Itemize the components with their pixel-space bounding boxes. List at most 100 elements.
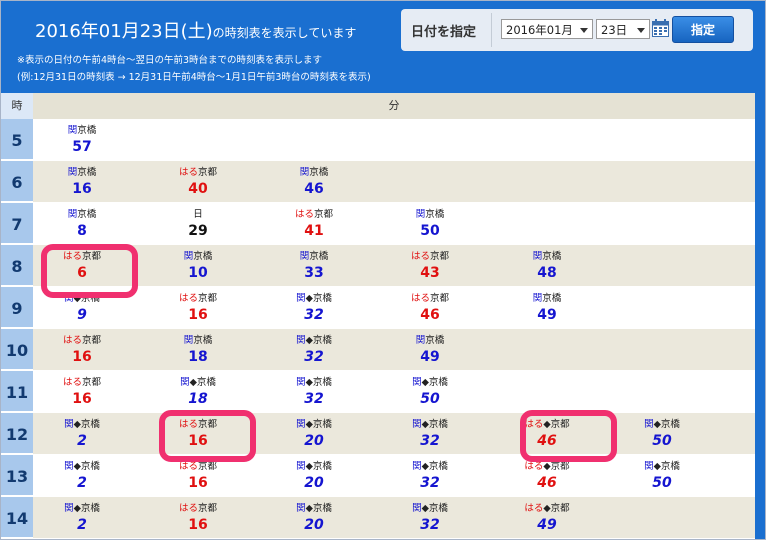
train-type-label: 関◆京橋	[644, 461, 680, 472]
train-type-label: 関京橋	[299, 167, 329, 178]
train-type-label: 関京橋	[183, 335, 213, 346]
train-type-label: はる京都	[62, 335, 102, 346]
departure-minute: 46	[537, 475, 557, 491]
departure-entry[interactable]: 関◆京橋 32	[259, 329, 369, 370]
apply-date-button[interactable]: 指定	[672, 16, 734, 43]
page-title: 2016年01月23日(土)の時刻表を表示しています	[35, 17, 356, 43]
departure-entry[interactable]: 関◆京橋 50	[607, 455, 717, 496]
minutes-cell: 関◆京橋 2 はる京都 16 関◆京橋 20 関◆京橋 32 はる◆京都 46 関◆京橋 50	[33, 413, 755, 454]
right-edge-bar	[755, 93, 765, 539]
header-note-1: ※表示の日付の午前4時台～翌日の午前3時台までの時刻表を表示します	[17, 55, 323, 66]
table-row: 7 関京橋 8 日 29 はる京都 41 関京橋 50	[1, 203, 755, 244]
calendar-icon[interactable]	[652, 19, 669, 37]
month-select[interactable]: 2016年01月	[501, 19, 593, 39]
highlight-box	[41, 244, 138, 298]
train-type-label: 関◆京橋	[180, 377, 216, 388]
departure-entry[interactable]: 関京橋 57	[27, 119, 137, 160]
departure-entry[interactable]: はる◆京都 49	[492, 497, 602, 538]
departure-entry[interactable]: はる京都 40	[143, 161, 253, 202]
header-note-2: (例:12月31日の時刻表 → 12月31日午前4時台～1月1日午前3時台の時刻…	[17, 72, 371, 83]
departure-entry[interactable]: 関◆京橋 2	[27, 455, 137, 496]
train-type-label: 関◆京橋	[296, 293, 332, 304]
departure-entry[interactable]: はる京都 16	[27, 371, 137, 412]
train-type-label: はる京都	[62, 377, 102, 388]
departure-minute: 32	[304, 391, 324, 407]
train-type-label: 関京橋	[415, 335, 445, 346]
table-row: 13 関◆京橋 2 はる京都 16 関◆京橋 20 関◆京橋 32 はる◆京都 46 関◆京橋 50	[1, 455, 755, 496]
train-type-label: 関京橋	[532, 251, 562, 262]
departure-entry[interactable]: はる京都 43	[375, 245, 485, 286]
departure-minute: 48	[537, 265, 557, 281]
departure-entry[interactable]: 関京橋 50	[375, 203, 485, 244]
departure-minute: 57	[72, 139, 92, 155]
departure-minute: 20	[304, 433, 324, 449]
departure-minute: 16	[72, 391, 92, 407]
departure-entry[interactable]: 関京橋 16	[27, 161, 137, 202]
departure-entry[interactable]: はる京都 41	[259, 203, 369, 244]
departure-entry[interactable]: はる京都 16	[143, 497, 253, 538]
departure-minute: 9	[77, 307, 87, 323]
departure-entry[interactable]: 関◆京橋 20	[259, 497, 369, 538]
chevron-down-icon	[580, 28, 588, 33]
departure-entry[interactable]: 関京橋 46	[259, 161, 369, 202]
departure-entry[interactable]: 関京橋 33	[259, 245, 369, 286]
departure-entry[interactable]: 関◆京橋 32	[375, 497, 485, 538]
departure-minute: 32	[304, 307, 324, 323]
departure-entry[interactable]: 関◆京橋 2	[27, 413, 137, 454]
departure-minute: 20	[304, 475, 324, 491]
train-type-label: 関京橋	[67, 167, 97, 178]
page-title-date: 2016年01月23日(土)	[35, 21, 213, 42]
date-picker-label: 日付を指定	[411, 25, 477, 40]
day-select[interactable]: 23日	[596, 19, 650, 39]
departure-minute: 32	[420, 475, 440, 491]
departure-minute: 32	[420, 433, 440, 449]
departure-entry[interactable]: はる京都 46	[375, 287, 485, 328]
departure-minute: 50	[420, 391, 440, 407]
highlight-box	[520, 410, 617, 462]
highlight-box	[159, 410, 256, 462]
train-type-label: 関京橋	[67, 209, 97, 220]
departure-entry[interactable]: 関◆京橋 20	[259, 455, 369, 496]
departure-minute: 16	[188, 475, 208, 491]
minutes-cell: 関京橋 8 日 29 はる京都 41 関京橋 50	[33, 203, 755, 244]
departure-entry[interactable]: 関京橋 18	[143, 329, 253, 370]
departure-entry[interactable]: 関京橋 10	[143, 245, 253, 286]
departure-minute: 50	[652, 475, 672, 491]
train-type-label: はる京都	[178, 293, 218, 304]
departure-entry[interactable]: 関◆京橋 18	[143, 371, 253, 412]
departure-entry[interactable]: 日 29	[143, 203, 253, 244]
table-header: 時 分	[1, 93, 765, 119]
minutes-cell: 関◆京橋 9 はる京都 16 関◆京橋 32 はる京都 46 関京橋 49	[33, 287, 755, 328]
departure-entry[interactable]: 関◆京橋 32	[375, 413, 485, 454]
chevron-down-icon	[637, 28, 645, 33]
departure-entry[interactable]: 関◆京橋 2	[27, 497, 137, 538]
train-type-label: はる京都	[178, 167, 218, 178]
departure-entry[interactable]: 関◆京橋 50	[375, 371, 485, 412]
departure-minute: 49	[537, 517, 557, 533]
train-type-label: 関◆京橋	[296, 377, 332, 388]
departure-minute: 16	[72, 181, 92, 197]
departure-minute: 16	[188, 517, 208, 533]
departure-entry[interactable]: 関京橋 48	[492, 245, 602, 286]
train-type-label: 関◆京橋	[412, 461, 448, 472]
departure-entry[interactable]: 関京橋 8	[27, 203, 137, 244]
departure-entry[interactable]: 関◆京橋 32	[375, 455, 485, 496]
departure-entry[interactable]: はる京都 16	[27, 329, 137, 370]
departure-entry[interactable]: 関◆京橋 50	[607, 413, 717, 454]
departure-entry[interactable]: はる京都 16	[143, 287, 253, 328]
train-type-label: 関◆京橋	[296, 419, 332, 430]
departure-entry[interactable]: 関◆京橋 20	[259, 413, 369, 454]
table-row: 11 はる京都 16 関◆京橋 18 関◆京橋 32 関◆京橋 50	[1, 371, 755, 412]
minute-column-header: 分	[33, 93, 755, 119]
train-type-label: 関京橋	[299, 251, 329, 262]
minutes-cell: 関◆京橋 2 はる京都 16 関◆京橋 20 関◆京橋 32 はる◆京都 46 関◆京橋 50	[33, 455, 755, 496]
train-type-label: 関京橋	[183, 251, 213, 262]
train-type-label: 関◆京橋	[64, 419, 100, 430]
departure-entry[interactable]: 関◆京橋 32	[259, 371, 369, 412]
departure-entry[interactable]: 関京橋 49	[492, 287, 602, 328]
departure-entry[interactable]: 関京橋 49	[375, 329, 485, 370]
departure-entry[interactable]: 関◆京橋 32	[259, 287, 369, 328]
train-type-label: 関◆京橋	[296, 461, 332, 472]
departure-minute: 50	[652, 433, 672, 449]
departure-minute: 43	[420, 265, 440, 281]
